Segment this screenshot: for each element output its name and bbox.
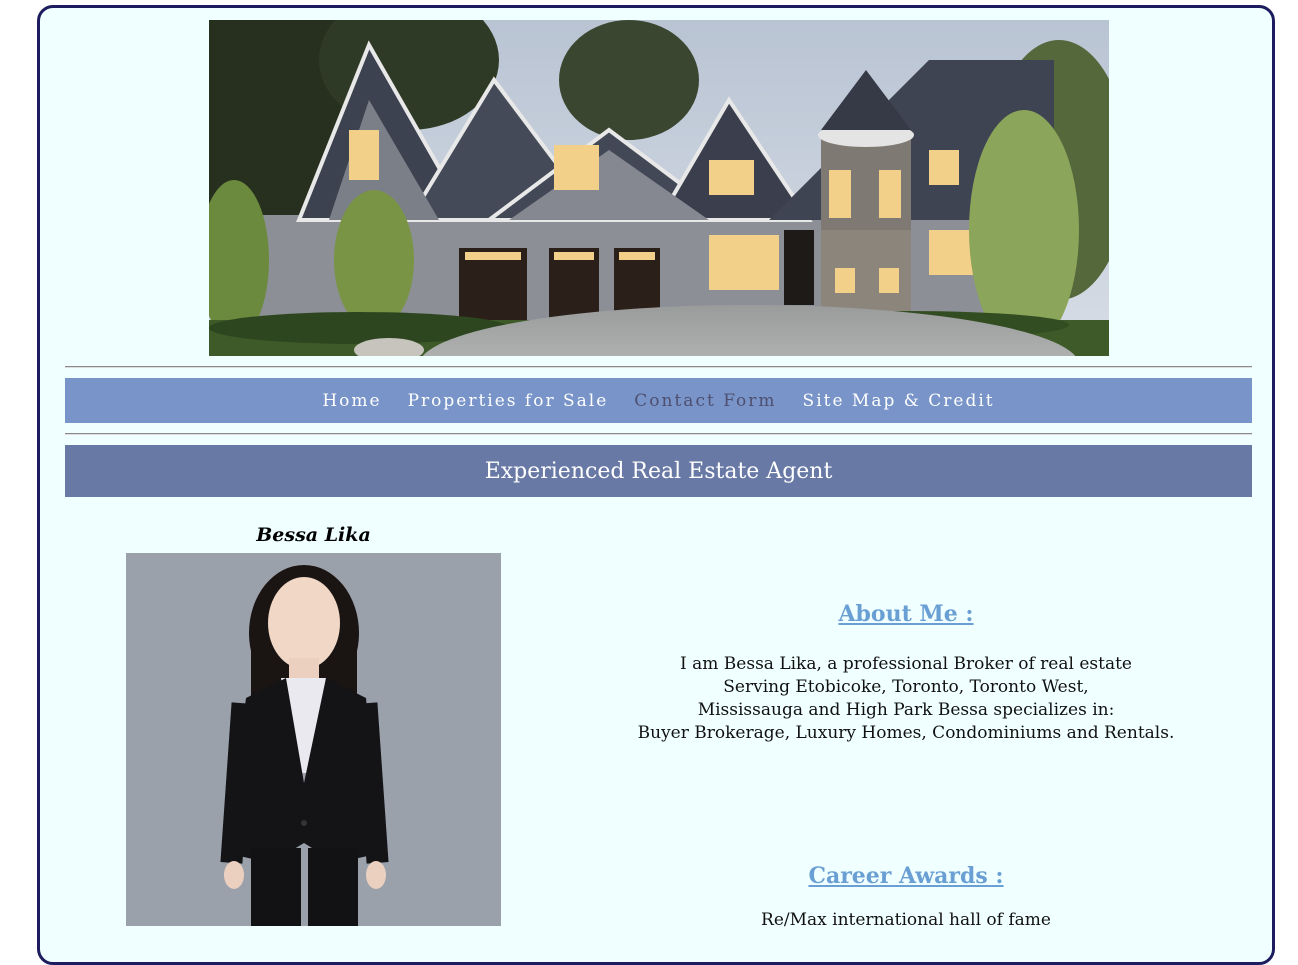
nav-contact-form-link[interactable]: Contact Form [621, 391, 789, 411]
nav-home-link[interactable]: Home [309, 391, 394, 411]
agent-name: Bessa Lika [256, 524, 371, 546]
agent-portrait [126, 553, 501, 926]
about-line: Mississauga and High Park Bessa speciali… [697, 700, 1115, 720]
divider-bottom [65, 433, 1252, 435]
page-title-banner: Experienced Real Estate Agent [65, 445, 1252, 497]
career-awards-heading[interactable]: Career Awards : [560, 863, 1252, 889]
award-item: Re/Max international hall of fame [761, 910, 1051, 930]
about-line: Buyer Brokerage, Luxury Homes, Condomini… [637, 723, 1175, 743]
nav-properties-link[interactable]: Properties for Sale [395, 391, 622, 411]
about-line: Serving Etobicoke, Toronto, Toronto West… [723, 677, 1089, 697]
main-nav: Home Properties for Sale Contact Form Si… [65, 378, 1252, 423]
hero-house-image [209, 20, 1109, 356]
about-line: I am Bessa Lika, a professional Broker o… [680, 654, 1132, 674]
about-description: I am Bessa Lika, a professional Broker o… [560, 653, 1252, 745]
about-heading[interactable]: About Me : [560, 601, 1252, 627]
divider-top [65, 366, 1252, 368]
nav-site-map-link[interactable]: Site Map & Credit [790, 391, 1008, 411]
